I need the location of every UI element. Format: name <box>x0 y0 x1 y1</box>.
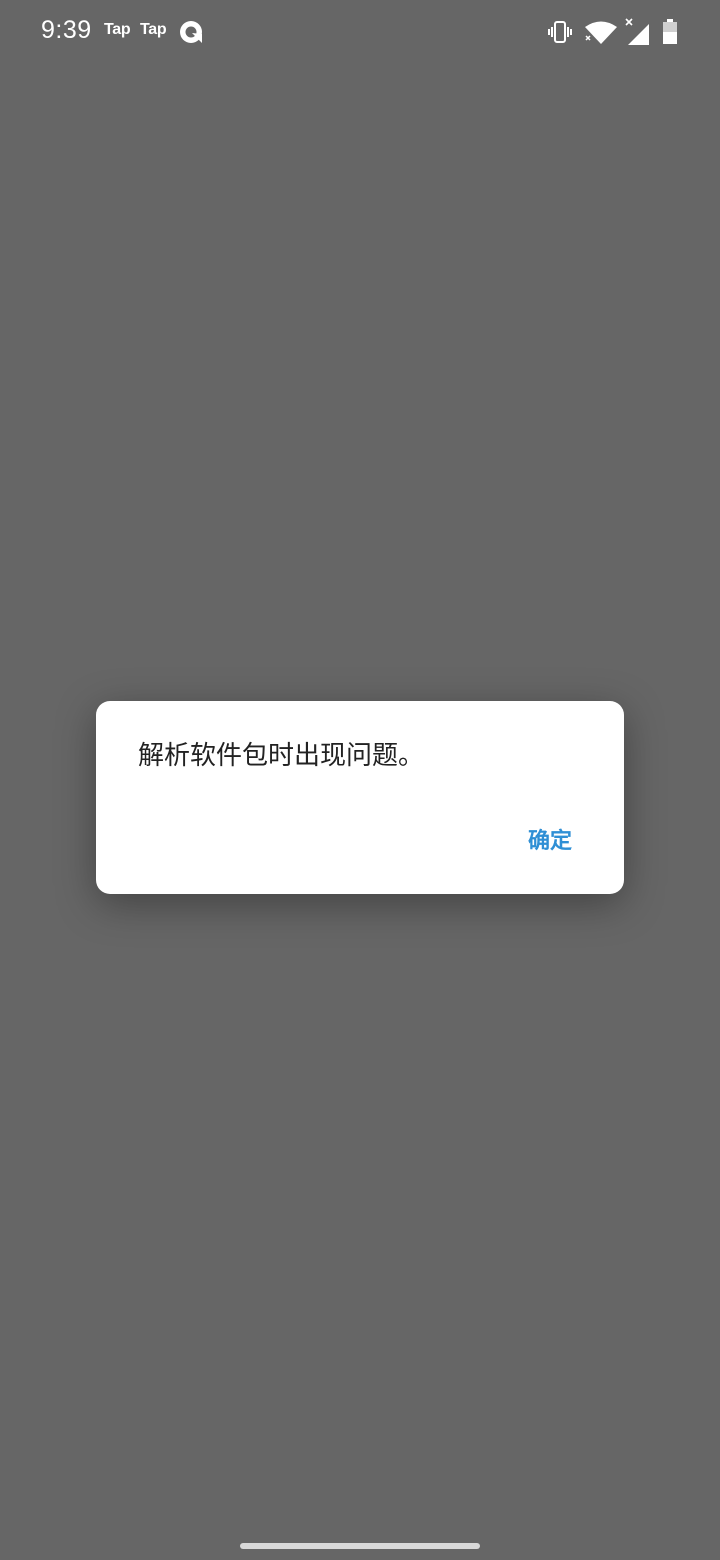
notification-tap-icon: Tap <box>140 21 167 38</box>
home-indicator[interactable] <box>240 1543 480 1549</box>
notification-tap-icon: Tap <box>104 21 131 38</box>
screen: 9:39 Tap Tap 解析软件包时出现问题。 确定 <box>0 0 720 1560</box>
battery-icon <box>663 19 677 44</box>
wifi-icon <box>585 21 617 44</box>
ok-button[interactable]: 确定 <box>512 819 588 859</box>
signal-icon <box>625 18 649 45</box>
dialog-message: 解析软件包时出现问题。 <box>138 741 425 771</box>
status-time: 9:39 <box>41 16 92 44</box>
vibrate-icon <box>548 21 572 43</box>
error-dialog: 解析软件包时出现问题。 确定 <box>96 701 624 894</box>
status-bar: 9:39 Tap Tap <box>0 0 720 64</box>
q-app-icon <box>180 21 202 43</box>
